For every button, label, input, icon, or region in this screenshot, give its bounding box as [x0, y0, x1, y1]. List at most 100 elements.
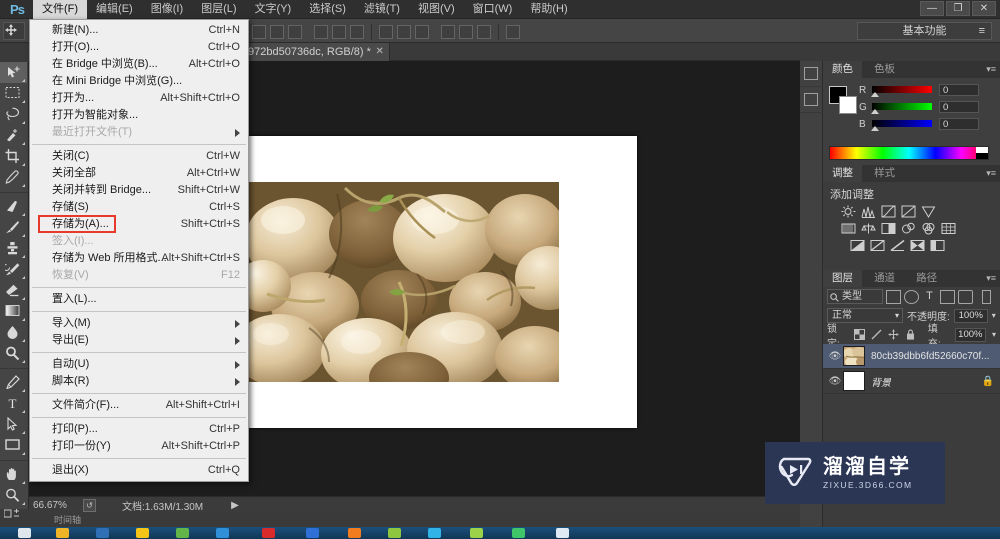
- tab-swatches[interactable]: 色板: [865, 61, 904, 78]
- menu-item-export[interactable]: 导出(E): [30, 332, 248, 349]
- clone-stamp-tool[interactable]: [0, 238, 27, 259]
- type-tool[interactable]: T: [0, 393, 27, 414]
- quick-mask-toggle-row[interactable]: [0, 506, 27, 527]
- black-white-icon[interactable]: [881, 222, 896, 235]
- lasso-tool[interactable]: [0, 104, 27, 125]
- vibrance-icon[interactable]: [921, 205, 936, 218]
- table-row[interactable]: 👁 背景 🔒: [823, 369, 1000, 394]
- layer-visibility-icon[interactable]: 👁: [827, 376, 843, 387]
- menu-item-new[interactable]: 新建(N)... Ctrl+N: [30, 22, 248, 39]
- menu-help[interactable]: 帮助(H): [521, 0, 576, 19]
- move-tool-icon[interactable]: [3, 22, 25, 40]
- taskbar-icon-2[interactable]: [56, 528, 69, 538]
- quick-selection-tool[interactable]: [0, 125, 27, 146]
- history-brush-tool[interactable]: [0, 259, 27, 280]
- menu-item-place[interactable]: 置入(L)...: [30, 291, 248, 308]
- menu-layer[interactable]: 图层(L): [192, 0, 245, 19]
- menu-item-file-info[interactable]: 文件简介(F)... Alt+Shift+Ctrl+I: [30, 397, 248, 414]
- tab-styles[interactable]: 样式: [865, 165, 904, 182]
- filter-pixel-layers-icon[interactable]: [886, 289, 901, 304]
- color-balance-icon[interactable]: [861, 222, 876, 235]
- menu-item-close-all[interactable]: 关闭全部 Alt+Ctrl+W: [30, 165, 248, 182]
- taskbar-icon-9[interactable]: [348, 528, 361, 538]
- gradient-map-icon[interactable]: [910, 239, 925, 252]
- layer-filter-type-select[interactable]: 类型: [827, 289, 883, 304]
- tool-flyout-arrow[interactable]: [22, 389, 25, 392]
- workspace-selector[interactable]: 基本功能: [857, 22, 992, 40]
- tool-flyout-arrow[interactable]: [22, 121, 25, 124]
- lock-all-icon[interactable]: [905, 329, 916, 340]
- exposure-icon[interactable]: [901, 205, 916, 218]
- taskbar-icon-7[interactable]: [262, 528, 275, 538]
- close-button[interactable]: ✕: [972, 1, 996, 16]
- minimize-button[interactable]: —: [920, 1, 944, 16]
- align-bottom-edges-icon[interactable]: [288, 25, 302, 39]
- posterize-icon[interactable]: [870, 239, 885, 252]
- layer-thumbnail[interactable]: [843, 371, 865, 391]
- color-panel-menu-icon[interactable]: ▾≡: [986, 64, 996, 75]
- status-popup-arrow[interactable]: ▶: [231, 500, 239, 511]
- tool-flyout-arrow[interactable]: [22, 276, 25, 279]
- tab-adjustments[interactable]: 调整: [823, 165, 862, 182]
- zoom-level[interactable]: 66.67%: [29, 500, 83, 511]
- filter-type-layers-icon[interactable]: T: [922, 290, 937, 304]
- gradient-tool[interactable]: [0, 301, 27, 322]
- tool-flyout-arrow[interactable]: [22, 142, 25, 145]
- tool-flyout-arrow[interactable]: [22, 79, 25, 82]
- align-right-edges-icon[interactable]: [350, 25, 364, 39]
- menu-item-close[interactable]: 关闭(C) Ctrl+W: [30, 148, 248, 165]
- align-left-edges-icon[interactable]: [314, 25, 328, 39]
- photo-filter-icon[interactable]: [901, 222, 916, 235]
- eyedropper-tool[interactable]: [0, 167, 27, 188]
- menu-item-print[interactable]: 打印(P)... Ctrl+P: [30, 421, 248, 438]
- selective-color-icon[interactable]: [930, 239, 945, 252]
- table-row[interactable]: 👁 80cb39dbb6fd52660c70f...: [823, 344, 1000, 369]
- layer-thumbnail[interactable]: [843, 346, 865, 366]
- tool-flyout-arrow[interactable]: [22, 234, 25, 237]
- green-slider-track[interactable]: [872, 103, 932, 110]
- brightness-contrast-icon[interactable]: [841, 205, 856, 218]
- crop-tool[interactable]: [0, 146, 27, 167]
- invert-icon[interactable]: [850, 239, 865, 252]
- menu-item-open-recent[interactable]: 最近打开文件(T): [30, 124, 248, 141]
- menu-file[interactable]: 文件(F): [33, 0, 88, 19]
- taskbar-icon-11[interactable]: [428, 528, 441, 538]
- spot-healing-tool[interactable]: [0, 196, 27, 217]
- hue-saturation-icon[interactable]: [841, 222, 856, 235]
- red-value[interactable]: 0: [939, 84, 979, 96]
- tool-flyout-arrow[interactable]: [22, 255, 25, 258]
- pen-tool[interactable]: [0, 372, 27, 393]
- tool-flyout-arrow[interactable]: [22, 100, 25, 103]
- filter-toggle-icon[interactable]: [982, 289, 991, 304]
- path-selection-tool[interactable]: [0, 414, 27, 435]
- threshold-icon[interactable]: [890, 239, 905, 252]
- color-background-swatch[interactable]: [839, 96, 857, 114]
- menu-item-exit[interactable]: 退出(X) Ctrl+Q: [30, 462, 248, 479]
- tool-flyout-arrow[interactable]: [22, 481, 25, 484]
- tab-paths[interactable]: 路径: [907, 270, 946, 287]
- brush-tool[interactable]: [0, 217, 27, 238]
- menu-type[interactable]: 文字(Y): [246, 0, 301, 19]
- menu-item-automate[interactable]: 自动(U): [30, 356, 248, 373]
- properties-panel-icon[interactable]: [800, 87, 823, 113]
- align-top-edges-icon[interactable]: [252, 25, 266, 39]
- fill-stepper-icon[interactable]: ▾: [992, 330, 996, 339]
- blue-value[interactable]: 0: [939, 118, 979, 130]
- distribute-horizontal-centers-icon[interactable]: [459, 25, 473, 39]
- menu-item-close-and-go-to-bridge[interactable]: 关闭并转到 Bridge... Shift+Ctrl+W: [30, 182, 248, 199]
- move-tool[interactable]: [0, 62, 27, 83]
- color-spectrum-ramp[interactable]: [829, 146, 989, 160]
- timeline-bar[interactable]: 时间轴: [29, 513, 800, 527]
- align-horizontal-centers-icon[interactable]: [332, 25, 346, 39]
- red-slider-thumb[interactable]: [871, 92, 879, 97]
- filter-shape-layers-icon[interactable]: [940, 289, 955, 304]
- tool-flyout-arrow[interactable]: [22, 163, 25, 166]
- color-lookup-icon[interactable]: [941, 222, 956, 235]
- distribute-right-edges-icon[interactable]: [477, 25, 491, 39]
- tool-flyout-arrow[interactable]: [22, 360, 25, 363]
- document-tab[interactable]: 972bd50736dc, RGB/8) * ✕: [241, 43, 390, 61]
- menu-item-open-as-smart-object[interactable]: 打开为智能对象...: [30, 107, 248, 124]
- tool-flyout-arrow[interactable]: [22, 452, 25, 455]
- taskbar-icon-10[interactable]: [388, 528, 401, 538]
- zoom-tool[interactable]: [0, 485, 27, 506]
